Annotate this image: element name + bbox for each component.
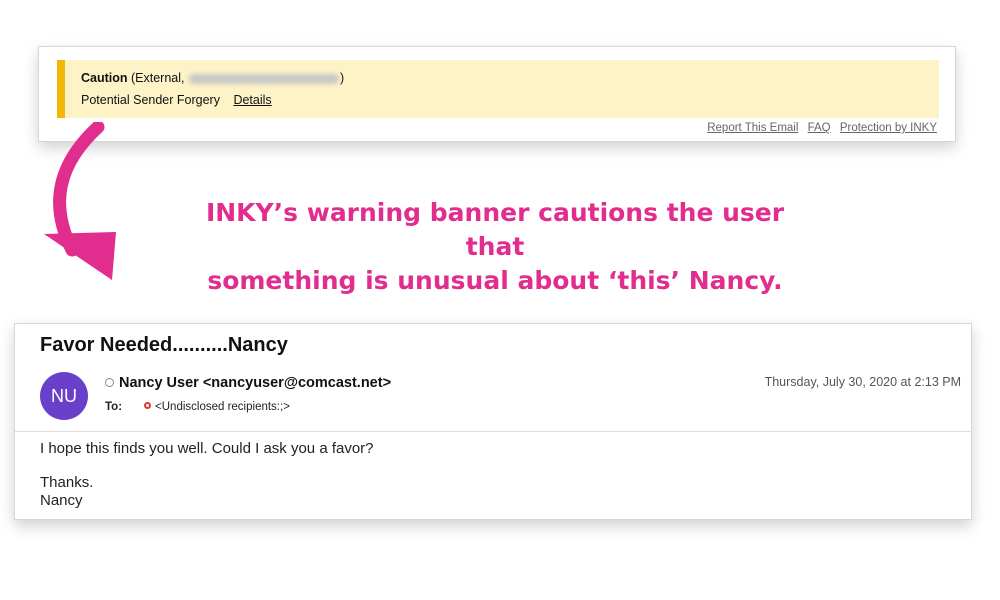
curved-arrow-icon (44, 122, 116, 280)
email-date: Thursday, July 30, 2020 at 2:13 PM (764, 375, 961, 389)
caution-line: Caution (External, ) (81, 71, 344, 85)
avatar-initials: NU (51, 385, 77, 406)
recipients[interactable]: <Undisclosed recipients:;> (155, 401, 290, 413)
callout-line-2: something is unusual about ‘this’ Nancy. (207, 266, 783, 295)
warning-banner-card: Caution (External, ) Potential Sender Fo… (38, 46, 956, 142)
details-link[interactable]: Details (233, 93, 271, 107)
body-line: I hope this finds you well. Could I ask … (40, 440, 374, 457)
email-body: I hope this finds you well. Could I ask … (40, 440, 374, 510)
signature: Nancy (40, 492, 83, 509)
recipients-row: To: <Undisclosed recipients:;> (105, 401, 290, 413)
protection-by-inky-link[interactable]: Protection by INKY (840, 122, 937, 134)
signoff: Thanks. (40, 474, 94, 491)
header-divider (15, 431, 971, 432)
to-label: To: (105, 401, 123, 413)
avatar: NU (40, 372, 88, 420)
caution-label: Caution (81, 71, 128, 85)
forgery-text: Potential Sender Forgery (81, 93, 220, 107)
faq-link[interactable]: FAQ (808, 122, 831, 134)
recipient-status-icon (144, 402, 152, 410)
callout-line-1: INKY’s warning banner cautions the user … (205, 198, 785, 261)
email-subject: Favor Needed..........Nancy (40, 334, 288, 356)
report-email-link[interactable]: Report This Email (707, 122, 798, 134)
caution-box: Caution (External, ) Potential Sender Fo… (57, 60, 939, 118)
callout-text: INKY’s warning banner cautions the user … (180, 196, 810, 298)
external-prefix: (External, (127, 71, 188, 85)
forgery-line: Potential Sender Forgery Details (81, 93, 272, 107)
status-dot-icon (105, 377, 114, 387)
sender-row[interactable]: Nancy User <nancyuser@comcast.net> (105, 375, 391, 391)
email-message-card: Favor Needed..........Nancy NU Nancy Use… (14, 323, 972, 520)
blurred-email-redaction (188, 73, 339, 84)
banner-links: Report This Email FAQ Protection by INKY (701, 122, 937, 134)
external-suffix: ) (339, 71, 345, 85)
sender-name[interactable]: Nancy User <nancyuser@comcast.net> (119, 375, 391, 391)
